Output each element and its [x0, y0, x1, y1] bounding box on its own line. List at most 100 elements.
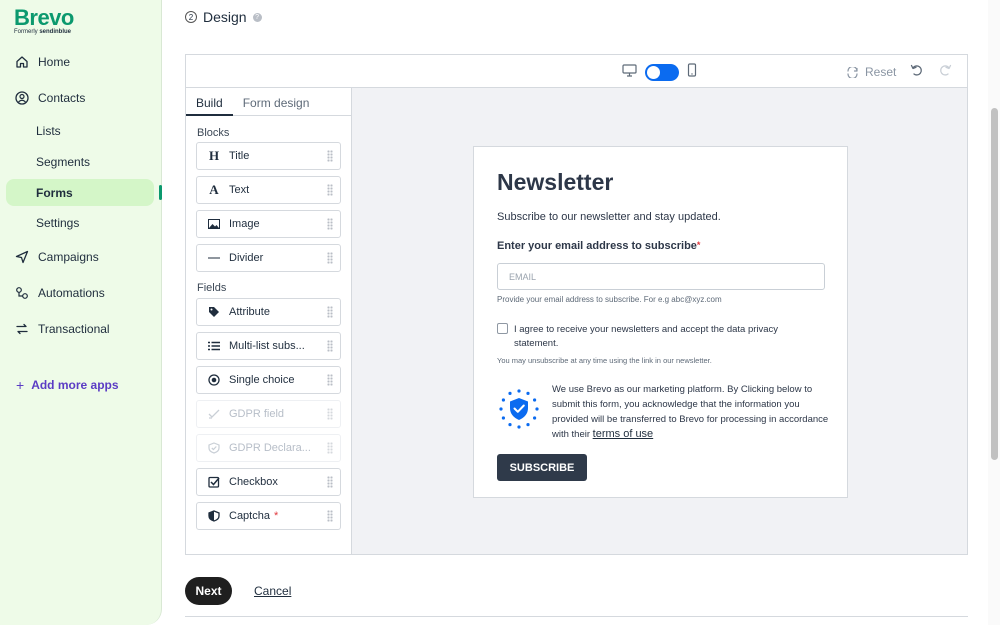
divider-icon [207, 256, 221, 260]
sidebar: Brevo Formerly sendinblue Home Contacts … [0, 0, 162, 625]
field-label: GDPR field [229, 408, 285, 420]
panel-tabs: Build Form design [186, 88, 351, 116]
shield-icon [207, 510, 221, 522]
mobile-icon[interactable] [687, 63, 697, 82]
sidebar-item-label: Contacts [38, 91, 86, 105]
block-title[interactable]: H Title [196, 142, 341, 170]
device-toggle[interactable] [645, 64, 679, 81]
drag-handle-icon[interactable] [327, 476, 333, 488]
next-button[interactable]: Next [185, 577, 232, 605]
drag-handle-icon[interactable] [327, 184, 333, 196]
checkbox-icon [207, 476, 221, 488]
unsubscribe-note: You may unsubscribe at any time using th… [497, 356, 712, 365]
tab-build[interactable]: Build [186, 88, 233, 116]
radio-icon [207, 374, 221, 386]
tab-form-design[interactable]: Form design [233, 88, 320, 115]
drag-handle-icon[interactable] [327, 340, 333, 352]
form-subtitle[interactable]: Subscribe to our newsletter and stay upd… [497, 211, 721, 223]
home-icon [14, 54, 30, 70]
consent-checkbox[interactable] [497, 323, 508, 334]
form-preview[interactable]: Newsletter Subscribe to our newsletter a… [473, 146, 848, 498]
shield-check-icon [207, 442, 221, 454]
block-label: Divider [229, 252, 264, 264]
reset-button[interactable]: Reset [846, 65, 896, 79]
text-icon: A [209, 182, 219, 197]
block-label: Image [229, 218, 260, 230]
reset-icon [846, 66, 859, 78]
field-checkbox[interactable]: Checkbox [196, 468, 341, 496]
block-divider[interactable]: Divider [196, 244, 341, 272]
send-icon [14, 249, 30, 265]
cancel-link[interactable]: Cancel [254, 584, 291, 598]
reset-label: Reset [865, 65, 897, 79]
logo-formerly-name: sendinblue [39, 29, 72, 35]
field-captcha[interactable]: Captcha * [196, 502, 341, 530]
add-more-apps-link[interactable]: + Add more apps [16, 377, 119, 393]
email-field[interactable] [497, 263, 825, 290]
drag-handle-icon[interactable] [327, 150, 333, 162]
sidebar-item-label: Home [38, 55, 71, 69]
step-header: 2 Design ? [185, 9, 262, 25]
sidebar-item-label: Forms [36, 185, 73, 200]
required-marker: * [696, 240, 701, 250]
drag-handle-icon[interactable] [327, 252, 333, 264]
sidebar-item-label: Transactional [38, 321, 110, 336]
redo-icon[interactable] [938, 63, 952, 82]
active-indicator [159, 185, 162, 200]
sidebar-item-settings[interactable]: Settings [0, 208, 162, 239]
plus-icon: + [16, 377, 25, 393]
drag-handle-icon [327, 408, 333, 420]
undo-icon[interactable] [910, 63, 924, 82]
sidebar-item-automations[interactable]: Automations [0, 275, 162, 311]
field-attribute[interactable]: Attribute [196, 298, 341, 326]
logo-formerly-label: Formerly [14, 29, 38, 35]
desktop-icon[interactable] [622, 63, 637, 82]
logo-wordmark: Brevo [14, 5, 74, 30]
drag-handle-icon [327, 442, 333, 454]
step-number: 2 [185, 11, 197, 23]
required-marker: * [273, 510, 279, 522]
editor-toolbar: Reset [186, 55, 967, 88]
add-more-apps-label: Add more apps [31, 378, 119, 392]
help-icon[interactable]: ? [252, 12, 262, 22]
sidebar-item-lists[interactable]: Lists [0, 116, 162, 147]
block-label: Text [229, 184, 250, 196]
form-editor: Reset Build Form design Blocks H Title A… [185, 54, 968, 555]
logo-formerly: Formerly sendinblue [14, 29, 74, 35]
field-single-choice[interactable]: Single choice [196, 366, 341, 394]
gdpr-check-icon [207, 408, 221, 420]
drag-handle-icon[interactable] [327, 218, 333, 230]
field-multi-list[interactable]: Multi-list subs... [196, 332, 341, 360]
sidebar-item-forms[interactable]: Forms [6, 179, 162, 206]
sidebar-item-transactional[interactable]: Transactional [0, 311, 162, 347]
brevo-logo[interactable]: Brevo Formerly sendinblue [14, 5, 74, 35]
drag-handle-icon[interactable] [327, 374, 333, 386]
sidebar-item-campaigns[interactable]: Campaigns [0, 239, 162, 275]
email-label[interactable]: Enter your email address to subscribe* [497, 240, 700, 252]
block-label: Title [229, 150, 250, 162]
sidebar-item-label: Campaigns [38, 249, 99, 264]
sidebar-item-contacts[interactable]: Contacts [0, 80, 162, 116]
brevo-notice: We use Brevo as our marketing platform. … [552, 382, 832, 442]
fields-section-label: Fields [197, 282, 227, 294]
sidebar-item-segments[interactable]: Segments [0, 147, 162, 178]
drag-handle-icon[interactable] [327, 510, 333, 522]
email-label-text: Enter your email address to subscribe [497, 240, 697, 252]
page-scrollbar-thumb[interactable] [991, 108, 998, 460]
field-label: Checkbox [229, 476, 278, 488]
heading-icon: H [208, 148, 220, 163]
field-label: Multi-list subs... [229, 340, 305, 352]
block-image[interactable]: Image [196, 210, 341, 238]
sidebar-item-home[interactable]: Home [0, 44, 162, 80]
list-icon [207, 341, 221, 351]
drag-handle-icon[interactable] [327, 306, 333, 318]
subscribe-button[interactable]: SUBSCRIBE [497, 454, 587, 481]
form-title[interactable]: Newsletter [497, 169, 613, 196]
eu-shield-badge-icon [497, 387, 541, 431]
field-label: GDPR Declara... [229, 442, 311, 454]
consent-text: I agree to receive your newsletters and … [514, 324, 779, 349]
block-text[interactable]: A Text [196, 176, 341, 204]
contacts-icon [14, 90, 30, 106]
field-label: Captcha [229, 510, 270, 522]
terms-of-use-link[interactable]: terms of use [593, 428, 654, 440]
